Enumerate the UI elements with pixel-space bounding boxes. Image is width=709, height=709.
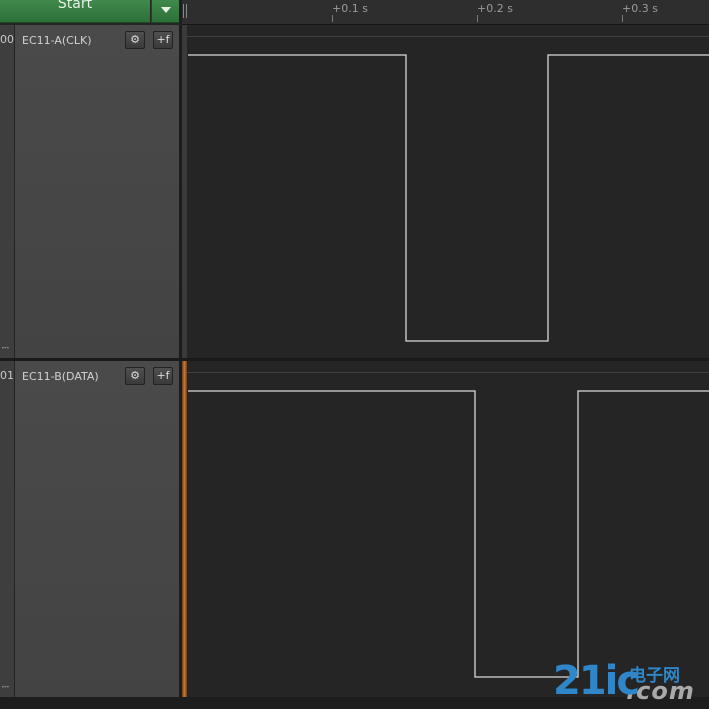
watermark-domain: .com: [626, 677, 695, 705]
waveform-plot[interactable]: [0, 0, 709, 709]
waveform-clk: [188, 54, 709, 342]
watermark-logo: 21ic 电子网 .com: [553, 657, 703, 705]
waveform-data: [188, 390, 709, 678]
